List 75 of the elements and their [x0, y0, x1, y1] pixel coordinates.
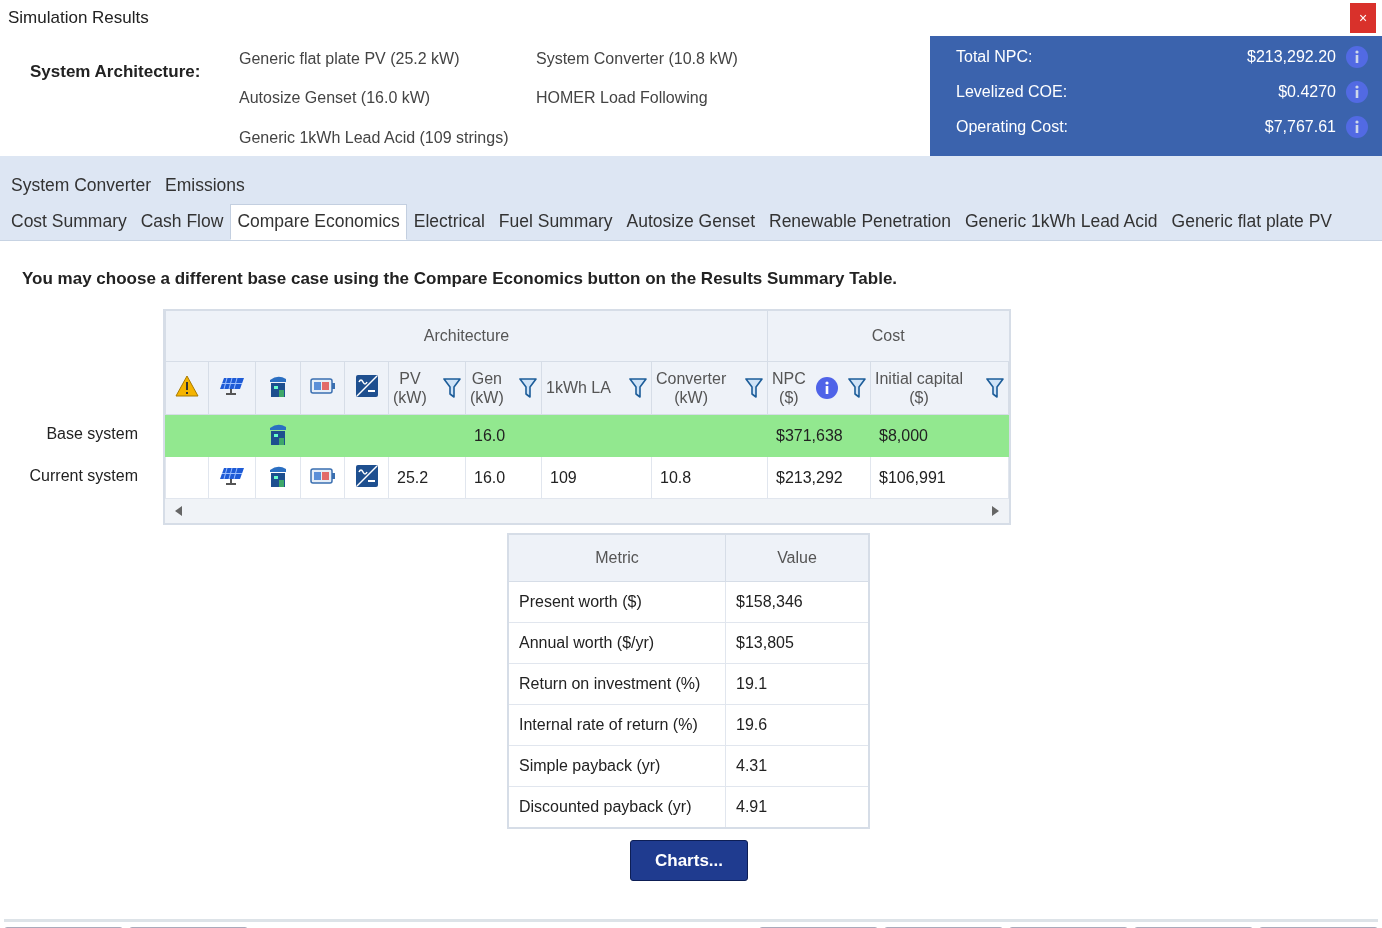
tab[interactable]: Generic flat plate PV — [1164, 204, 1340, 240]
tab[interactable]: Electrical — [406, 204, 492, 240]
table-cell: 19.1 — [736, 675, 768, 692]
scroll-left-icon[interactable] — [175, 506, 182, 516]
table-cell: 10.8 — [660, 468, 692, 486]
window-title: Simulation Results — [8, 8, 149, 28]
group-header: Architecture — [165, 311, 768, 362]
instruction-text: You may choose a different base case using the Compare Economics button on the Results Summary Table. — [21, 268, 899, 289]
close-button[interactable]: × — [1350, 3, 1376, 33]
generator-icon — [267, 374, 289, 398]
group-header: Cost — [767, 311, 1009, 362]
tab[interactable]: Cost Summary — [4, 204, 134, 240]
tab[interactable]: Cash Flow — [133, 204, 231, 240]
table-cell: $213,292 — [776, 468, 843, 486]
table-cell: 16.0 — [474, 468, 506, 486]
converter-icon — [354, 374, 379, 398]
architecture-item: System Converter (10.8 kW) — [536, 50, 738, 69]
scroll-right-icon[interactable] — [992, 506, 999, 516]
table-cell: $158,346 — [736, 593, 803, 610]
info-icon[interactable] — [1346, 46, 1368, 68]
summary-value: $0.4270 — [1277, 83, 1336, 101]
solar-panel-icon — [219, 465, 245, 486]
table-cell: Return on investment (%) — [519, 675, 701, 692]
filter-icon[interactable] — [745, 377, 763, 399]
tab[interactable]: Autosize Genset — [619, 204, 762, 240]
tab[interactable]: Emissions — [158, 168, 252, 204]
table-cell: 16.0 — [474, 426, 506, 444]
charts-button[interactable]: Charts... — [630, 840, 748, 881]
table-cell: $371,638 — [776, 426, 843, 444]
row-label: Base system — [46, 424, 138, 444]
table-cell: $8,000 — [879, 426, 928, 444]
tab[interactable]: Fuel Summary — [491, 204, 620, 240]
filter-icon[interactable] — [986, 377, 1004, 399]
solar-panel-icon — [219, 376, 245, 396]
summary-label: Levelized COE: — [956, 83, 1069, 101]
summary-value: $213,292.20 — [1247, 48, 1336, 66]
table-cell: Annual worth ($/yr) — [519, 634, 655, 651]
info-icon[interactable] — [1346, 116, 1368, 138]
table-cell: 109 — [550, 468, 577, 486]
battery-icon — [309, 466, 336, 485]
table-cell: 25.2 — [397, 468, 429, 486]
warning-icon — [175, 375, 199, 397]
info-icon[interactable] — [815, 377, 838, 399]
table-cell: 4.31 — [736, 757, 768, 774]
filter-icon[interactable] — [629, 377, 647, 399]
horizontal-scrollbar[interactable] — [165, 499, 1009, 523]
filter-icon[interactable] — [443, 377, 461, 399]
table-cell: 19.6 — [736, 716, 768, 733]
table-cell: Present worth ($) — [519, 593, 642, 610]
summary-label: Operating Cost: — [956, 118, 1070, 136]
table-cell: Simple payback (yr) — [519, 757, 661, 774]
summary-value: $7,767.61 — [1263, 118, 1336, 136]
architecture-item: Generic 1kWh Lead Acid (109 strings) — [239, 128, 510, 148]
tab[interactable]: Generic 1kWh Lead Acid — [957, 204, 1165, 240]
converter-icon — [354, 463, 379, 488]
column-header: Metric — [508, 534, 726, 582]
architecture-item: Autosize Genset (16.0 kW) — [239, 89, 432, 109]
table-cell: 4.91 — [736, 798, 768, 815]
row-label: Current system — [29, 466, 138, 486]
summary-label: Total NPC: — [956, 48, 1034, 66]
table-cell: Internal rate of return (%) — [519, 716, 698, 733]
tab[interactable]: Compare Economics — [230, 204, 407, 240]
architecture-label: System Architecture: — [30, 62, 202, 83]
table-cell: Discounted payback (yr) — [519, 798, 692, 815]
info-icon[interactable] — [1346, 81, 1368, 103]
table-cell: $13,805 — [736, 634, 794, 651]
architecture-item: HOMER Load Following — [536, 89, 709, 109]
filter-icon[interactable] — [519, 377, 537, 399]
table-cell: $106,991 — [879, 468, 946, 486]
tab[interactable]: Renewable Penetration — [762, 204, 958, 240]
tab[interactable]: System Converter — [4, 168, 159, 204]
architecture-item: Generic flat plate PV (25.2 kW) — [239, 50, 461, 69]
filter-icon[interactable] — [848, 377, 866, 399]
column-header: Value — [725, 534, 869, 582]
battery-icon — [309, 377, 336, 395]
